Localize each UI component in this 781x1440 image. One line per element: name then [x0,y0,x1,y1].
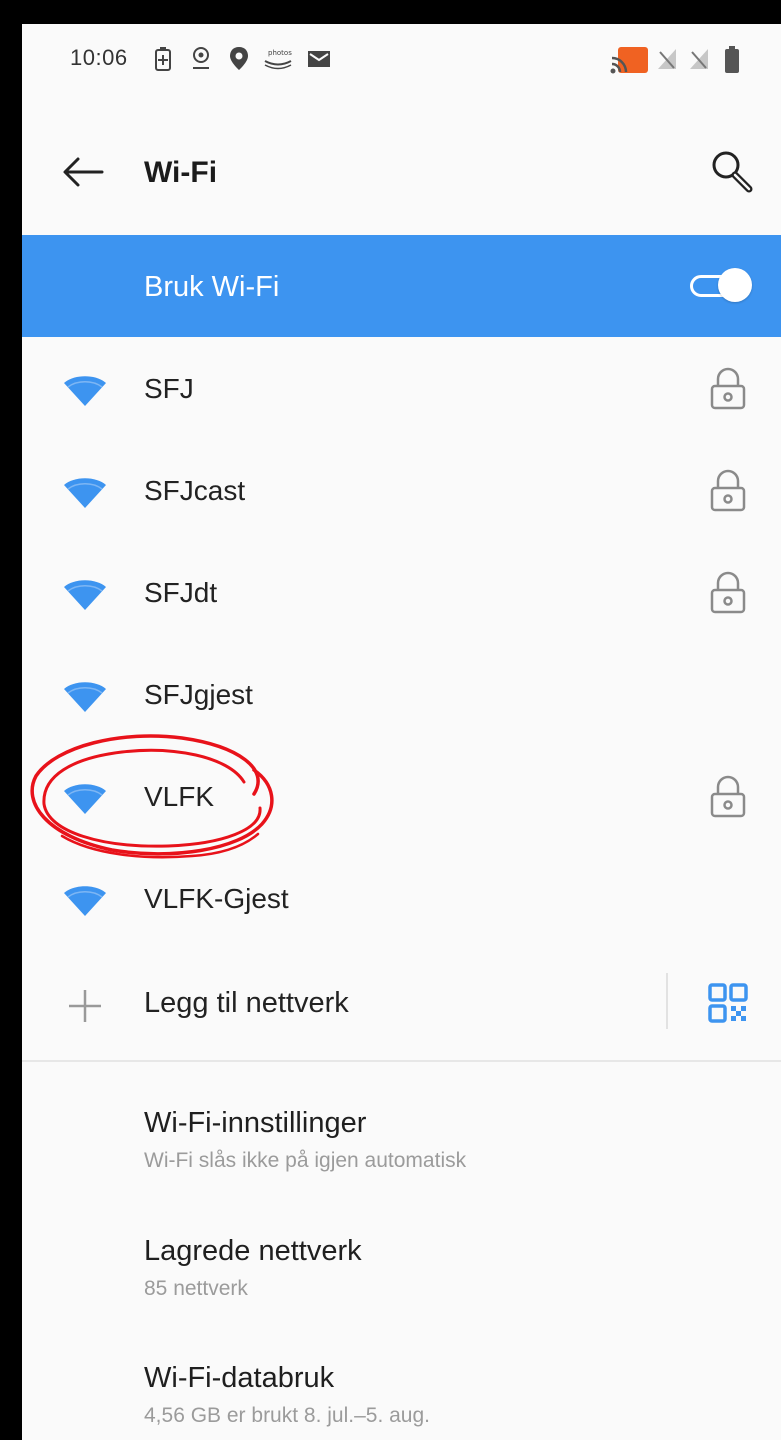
network-name: SFJgjest [144,679,253,710]
setting-title: Wi-Fi-databruk [144,1362,335,1394]
network-name: VLFK [144,781,215,812]
setting-subtitle: 4,56 GB er brukt 8. jul.–5. aug. [144,1404,431,1427]
network-row[interactable]: SFJcast [22,439,781,541]
section-divider [22,1060,781,1062]
svg-text:photos: photos [268,49,292,57]
status-bar: 10:06 photos [22,24,781,96]
qr-code-icon[interactable] [708,983,748,1023]
network-list: SFJ SFJcast SFJdt SFJgjest VLFK VLFK-Gje… [22,337,781,949]
wifi-signal-icon [64,580,106,610]
network-name: VLFK-Gjest [144,883,289,914]
location-pin-icon [193,47,209,69]
status-time: 10:06 [70,45,128,70]
app-header: Wi-Fi [22,114,781,230]
switch-knob [718,268,752,302]
wifi-settings-item[interactable]: Wi-Fi-innstillinger Wi-Fi slås ikke på i… [22,1077,781,1187]
vertical-divider [666,973,668,1029]
mail-icon [308,51,330,67]
device-bezel-top [0,0,781,24]
setting-subtitle: Wi-Fi slås ikke på igjen automatisk [144,1149,467,1172]
battery-saver-icon [155,47,171,71]
plus-icon [69,990,101,1022]
wifi-toggle-row[interactable]: Bruk Wi-Fi [22,235,781,337]
lock-icon [710,367,746,410]
device-bezel-left [0,0,22,1440]
network-name: SFJ [144,373,194,404]
wifi-signal-icon [64,886,106,916]
setting-title: Lagrede nettverk [144,1235,362,1267]
lock-icon [710,775,746,818]
search-icon[interactable] [708,148,754,194]
network-row[interactable]: VLFK [22,745,781,847]
add-network-label: Legg til nettverk [144,987,349,1019]
network-name: SFJcast [144,475,246,506]
battery-icon [725,46,739,73]
network-row[interactable]: SFJ [22,337,781,439]
wifi-toggle-switch[interactable] [688,268,752,304]
lock-icon [710,571,746,614]
network-row[interactable]: SFJdt [22,541,781,643]
wifi-signal-icon [64,478,106,508]
lock-icon [710,469,746,512]
amazon-photos-icon: photos [264,49,292,70]
wifi-data-usage-item[interactable]: Wi-Fi-databruk 4,56 GB er brukt 8. jul.–… [22,1332,781,1440]
setting-subtitle: 85 nettverk [144,1277,248,1300]
wifi-signal-icon [64,784,106,814]
network-name: SFJdt [144,577,218,608]
back-arrow-icon[interactable] [60,154,106,190]
wifi-toggle-label: Bruk Wi-Fi [144,271,280,303]
network-row[interactable]: VLFK-Gjest [22,847,781,949]
no-signal-icon [690,49,708,69]
network-row[interactable]: SFJgjest [22,643,781,745]
map-pin-icon [230,47,248,70]
page-title: Wi-Fi [144,156,218,189]
add-network-row[interactable]: Legg til nettverk [22,951,781,1055]
no-signal-icon [658,49,676,69]
wifi-signal-icon [64,376,106,406]
wifi-signal-icon [64,682,106,712]
cast-icon [610,47,648,74]
setting-title: Wi-Fi-innstillinger [144,1107,367,1139]
saved-networks-item[interactable]: Lagrede nettverk 85 nettverk [22,1205,781,1315]
phone-screen: 10:06 photos Wi-Fi Bruk Wi-Fi SFJ SFJcas… [22,24,781,1440]
